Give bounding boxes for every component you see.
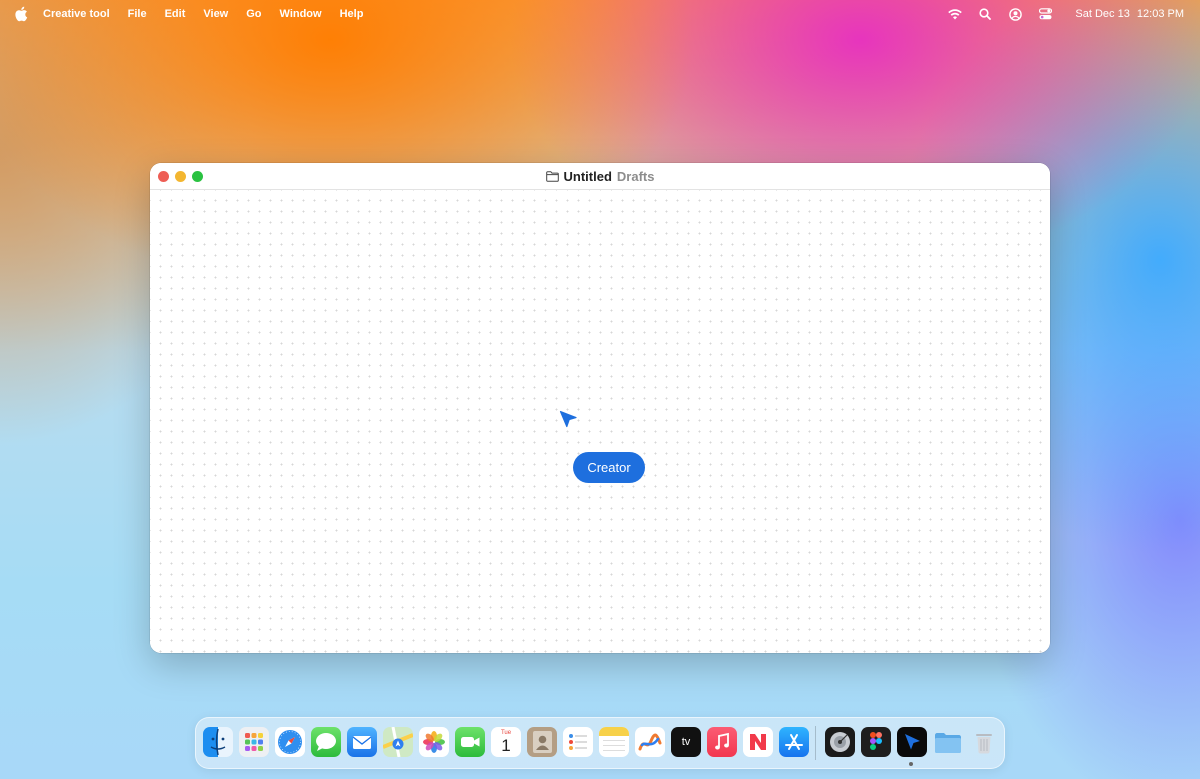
folder-icon [545,170,559,182]
apple-tv-icon[interactable]: tv [671,727,701,757]
menu-app-name[interactable]: Creative tool [43,8,110,20]
finder-icon[interactable] [203,727,233,757]
menu-edit[interactable]: Edit [165,8,186,20]
app-store-icon[interactable] [779,727,809,757]
launchpad-icon[interactable] [239,727,269,757]
calendar-day: 1 [501,736,511,755]
menu-help[interactable]: Help [340,8,364,20]
menu-window[interactable]: Window [280,8,322,20]
wifi-icon[interactable] [947,6,963,22]
freeform-icon[interactable] [635,727,665,757]
trash-icon[interactable] [969,727,999,757]
user-icon[interactable] [1007,6,1023,22]
menu-go[interactable]: Go [246,8,261,20]
menu-bar: Creative tool File Edit View Go Window H… [0,0,1200,28]
facetime-icon[interactable] [455,727,485,757]
news-icon[interactable] [743,727,773,757]
safari-icon[interactable] [275,727,305,757]
app-window: Untitled Drafts Creator [150,163,1050,653]
search-icon[interactable] [977,6,993,22]
pointer-cursor-icon [559,410,577,428]
maps-icon[interactable] [383,727,413,757]
dock: Tue 1 tv [195,717,1005,769]
running-indicator [909,762,913,766]
collaborator-label: Creator [573,452,645,483]
messages-icon[interactable] [311,727,341,757]
status-area: Sat Dec 13 12:03 PM [947,0,1184,28]
window-titlebar[interactable]: Untitled Drafts [150,163,1050,190]
apple-tv-label: tv [681,736,691,748]
menu-file[interactable]: File [128,8,147,20]
apple-logo-icon[interactable] [14,6,28,22]
document-location[interactable]: Drafts [617,169,655,184]
menu-items: Creative tool File Edit View Go Window H… [43,0,381,28]
document-name[interactable]: Untitled [564,169,612,184]
mail-icon[interactable] [347,727,377,757]
menu-view[interactable]: View [203,8,228,20]
control-center-icon[interactable] [1037,6,1053,22]
window-title: Untitled Drafts [150,163,1050,189]
creative-tool-icon[interactable] [897,727,927,757]
folder-stack-icon[interactable] [933,727,963,757]
clock-time: 12:03 PM [1136,8,1184,20]
menu-clock[interactable]: Sat Dec 13 12:03 PM [1071,8,1184,20]
photos-icon[interactable] [419,727,449,757]
dock-separator [815,726,816,760]
figma-icon[interactable] [861,727,891,757]
clock-date: Sat Dec 13 [1075,8,1130,20]
reminders-icon[interactable] [563,727,593,757]
dotted-canvas[interactable]: Creator [150,190,1050,653]
calendar-icon[interactable]: Tue 1 [491,727,521,757]
disk-utility-icon[interactable] [825,727,855,757]
contacts-icon[interactable] [527,727,557,757]
notes-icon[interactable] [599,727,629,757]
music-icon[interactable] [707,727,737,757]
